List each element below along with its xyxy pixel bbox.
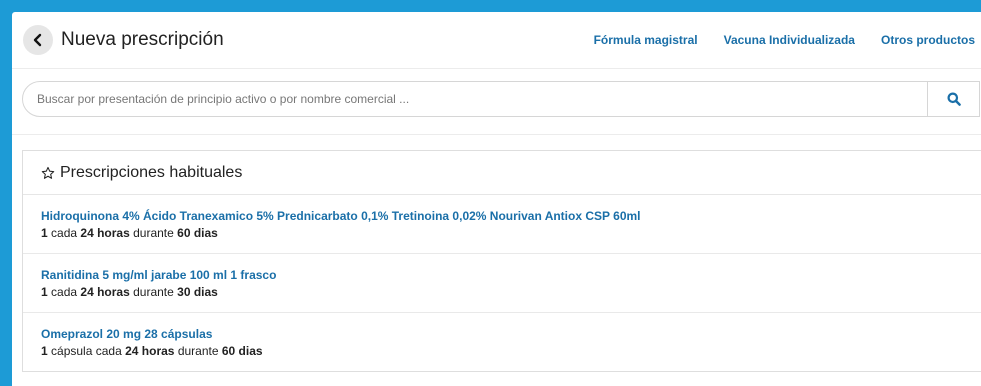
card-header: Prescripciones habituales xyxy=(23,151,981,195)
dose-qty: 1 xyxy=(41,344,48,358)
dose-duration: 60 dias xyxy=(177,226,218,240)
prescription-dosage: 1 cada 24 horas durante 60 dias xyxy=(41,225,981,241)
dose-cada: cada xyxy=(95,344,122,358)
nav-vacuna-individualizada[interactable]: Vacuna Individualizada xyxy=(724,33,855,47)
prescription-item: Ranitidina 5 mg/ml jarabe 100 ml 1 frasc… xyxy=(23,254,981,313)
search-box xyxy=(22,81,980,117)
prescription-name-link[interactable]: Omeprazol 20 mg 28 cápsulas xyxy=(41,326,981,342)
prescription-item: Omeprazol 20 mg 28 cápsulas 1 cápsula ca… xyxy=(23,313,981,371)
star-outline-icon xyxy=(41,166,55,179)
prescription-dosage: 1 cada 24 horas durante 30 dias xyxy=(41,284,981,300)
search-area xyxy=(12,69,981,135)
dose-unit: cápsula xyxy=(51,344,93,358)
page-title: Nueva prescripción xyxy=(61,29,224,50)
chevron-left-icon xyxy=(33,33,42,47)
main-panel: Nueva prescripción Fórmula magistral Vac… xyxy=(12,12,981,386)
card-title: Prescripciones habituales xyxy=(60,163,243,181)
dose-cada: cada xyxy=(51,226,78,240)
dose-qty: 1 xyxy=(41,226,48,240)
header-nav: Fórmula magistral Vacuna Individualizada… xyxy=(594,33,981,47)
prescription-name-link[interactable]: Hidroquinona 4% Ácido Tranexamico 5% Pre… xyxy=(41,208,981,224)
dose-durante: durante xyxy=(177,344,219,358)
prescription-item: Hidroquinona 4% Ácido Tranexamico 5% Pre… xyxy=(23,195,981,254)
prescription-name-link[interactable]: Ranitidina 5 mg/ml jarabe 100 ml 1 frasc… xyxy=(41,267,981,283)
dose-durante: durante xyxy=(133,285,174,299)
dose-durante: durante xyxy=(133,226,174,240)
prescription-dosage: 1 cápsula cada 24 horas durante 60 dias xyxy=(41,343,981,359)
nav-formula-magistral[interactable]: Fórmula magistral xyxy=(594,33,698,47)
dose-frequency: 24 horas xyxy=(80,285,130,299)
page-header: Nueva prescripción Fórmula magistral Vac… xyxy=(12,12,981,69)
dose-duration: 30 dias xyxy=(177,285,218,299)
nav-otros-productos[interactable]: Otros productos xyxy=(881,33,975,47)
dose-frequency: 24 horas xyxy=(125,344,175,358)
dose-qty: 1 xyxy=(41,285,48,299)
dose-duration: 60 dias xyxy=(221,344,263,358)
back-button[interactable] xyxy=(23,25,53,55)
habitual-prescriptions-card: Prescripciones habituales Hidroquinona 4… xyxy=(22,150,981,372)
search-button[interactable] xyxy=(927,82,979,116)
search-input[interactable] xyxy=(23,82,927,116)
dose-frequency: 24 horas xyxy=(80,226,130,240)
search-icon xyxy=(947,92,961,106)
dose-cada: cada xyxy=(51,285,78,299)
